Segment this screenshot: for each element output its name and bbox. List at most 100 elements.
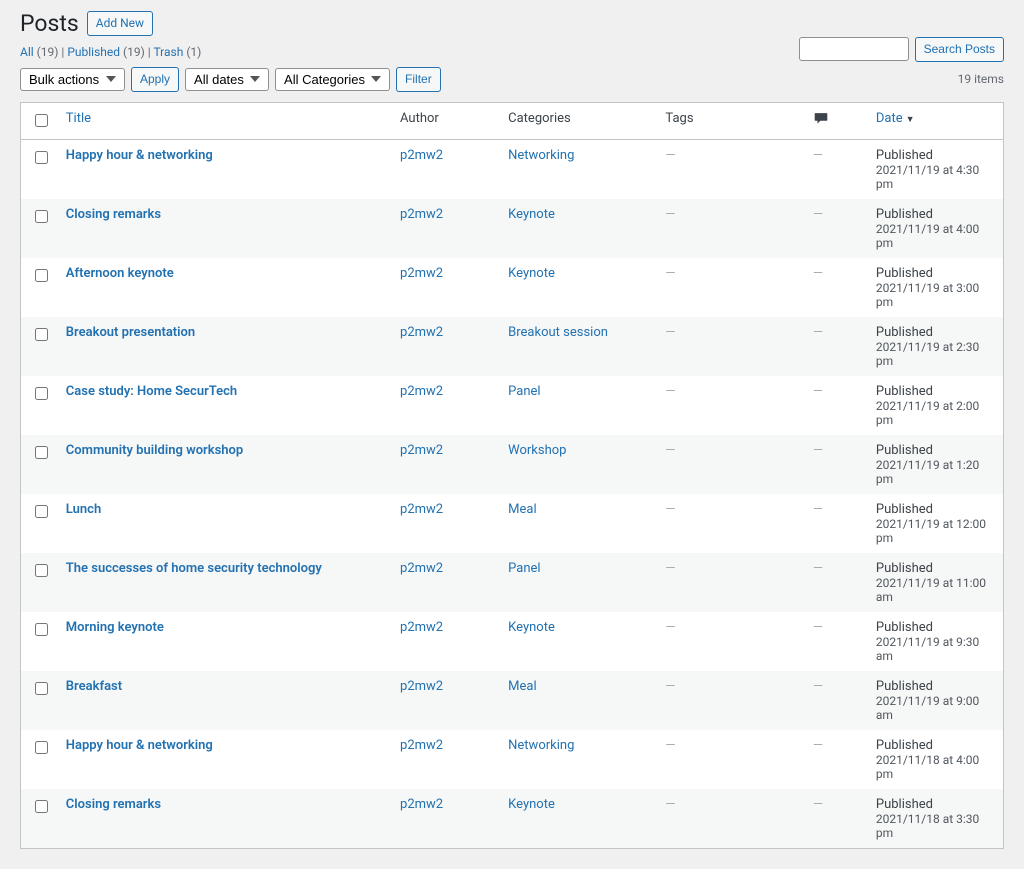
search-button[interactable]: Search Posts	[915, 37, 1004, 62]
add-new-button[interactable]: Add New	[87, 11, 153, 36]
author-link[interactable]: p2mw2	[400, 207, 443, 222]
author-link[interactable]: p2mw2	[400, 797, 443, 812]
author-link[interactable]: p2mw2	[400, 148, 443, 163]
col-date[interactable]: Date▼	[866, 102, 1004, 139]
author-link[interactable]: p2mw2	[400, 561, 443, 576]
category-link[interactable]: Breakout session	[508, 325, 608, 340]
posts-table: Title Author Categories Tags Date▼ Happy…	[20, 102, 1004, 849]
table-row: Afternoon keynote p2mw2 Keynote — — Published…	[21, 258, 1004, 317]
comments-cell: —	[813, 266, 823, 281]
comments-cell: —	[813, 561, 823, 576]
post-status: Published	[876, 738, 993, 753]
bulk-actions-select[interactable]: Bulk actions	[20, 68, 125, 91]
view-published-link[interactable]: Published	[67, 45, 120, 59]
post-title-link[interactable]: Closing remarks	[66, 797, 161, 812]
table-row: Lunchp2mw2Meal——Published2021/11/19 at 1…	[21, 494, 1004, 553]
comments-cell: —	[813, 207, 823, 222]
author-link[interactable]: p2mw2	[400, 266, 443, 281]
row-checkbox[interactable]	[35, 269, 48, 282]
row-checkbox[interactable]	[35, 210, 48, 223]
post-status: Published	[876, 384, 993, 399]
post-title-link[interactable]: Afternoon keynote	[66, 266, 174, 281]
post-datetime: 2021/11/19 at 3:00 pm	[876, 281, 993, 309]
row-checkbox[interactable]	[35, 446, 48, 459]
row-checkbox[interactable]	[35, 564, 48, 577]
post-datetime: 2021/11/19 at 2:00 pm	[876, 399, 993, 427]
row-checkbox[interactable]	[35, 387, 48, 400]
category-link[interactable]: Keynote	[508, 620, 555, 635]
row-checkbox[interactable]	[35, 800, 48, 813]
view-trash-count: (1)	[186, 45, 201, 59]
table-row: Happy hour & networkingp2mw2Networking——…	[21, 139, 1004, 199]
row-checkbox[interactable]	[35, 505, 48, 518]
category-link[interactable]: Networking	[508, 148, 574, 163]
row-checkbox[interactable]	[35, 151, 48, 164]
tags-cell: —	[665, 738, 675, 753]
row-checkbox[interactable]	[35, 328, 48, 341]
table-row: Morning keynotep2mw2Keynote——Published20…	[21, 612, 1004, 671]
tags-cell: —	[665, 384, 675, 399]
post-title-link[interactable]: Lunch	[66, 502, 101, 517]
post-title-link[interactable]: Breakout presentation	[66, 325, 195, 340]
table-row: The successes of home security technolog…	[21, 553, 1004, 612]
view-trash-link[interactable]: Trash	[153, 45, 183, 59]
author-link[interactable]: p2mw2	[400, 384, 443, 399]
table-row: Community building workshop p2mw2 Workshop…	[21, 435, 1004, 494]
author-link[interactable]: p2mw2	[400, 502, 443, 517]
category-link[interactable]: Networking	[508, 738, 574, 753]
comment-icon	[813, 111, 829, 125]
post-title-link[interactable]: Closing remarks	[66, 207, 161, 222]
author-link[interactable]: p2mw2	[400, 443, 443, 458]
post-status: Published	[876, 620, 993, 635]
search-input[interactable]	[799, 37, 909, 61]
post-title-link[interactable]: Community building workshop	[66, 443, 243, 458]
post-title-link[interactable]: Breakfast	[66, 679, 122, 694]
category-filter-select[interactable]: All Categories	[275, 68, 390, 91]
category-link[interactable]: Keynote	[508, 207, 555, 222]
post-title-link[interactable]: Happy hour & networking	[66, 738, 213, 753]
apply-button[interactable]: Apply	[131, 67, 179, 92]
category-link[interactable]: Meal	[508, 502, 536, 517]
author-link[interactable]: p2mw2	[400, 738, 443, 753]
row-checkbox[interactable]	[35, 682, 48, 695]
author-link[interactable]: p2mw2	[400, 325, 443, 340]
comments-cell: —	[813, 384, 823, 399]
post-status: Published	[876, 561, 993, 576]
category-link[interactable]: Keynote	[508, 797, 555, 812]
page-title: Posts	[20, 10, 79, 37]
view-all-link[interactable]: All	[20, 45, 34, 59]
category-link[interactable]: Workshop	[508, 443, 566, 458]
col-comments[interactable]	[803, 102, 866, 139]
post-datetime: 2021/11/19 at 4:30 pm	[876, 163, 993, 191]
post-datetime: 2021/11/19 at 4:00 pm	[876, 222, 993, 250]
post-title-link[interactable]: Morning keynote	[66, 620, 164, 635]
tags-cell: —	[665, 266, 675, 281]
tags-cell: —	[665, 561, 675, 576]
row-checkbox[interactable]	[35, 623, 48, 636]
col-title[interactable]: Title	[56, 102, 390, 139]
comments-cell: —	[813, 325, 823, 340]
post-title-link[interactable]: Case study: Home SecurTech	[66, 384, 237, 399]
tags-cell: —	[665, 443, 675, 458]
author-link[interactable]: p2mw2	[400, 679, 443, 694]
row-checkbox[interactable]	[35, 741, 48, 754]
sort-desc-icon: ▼	[906, 115, 915, 125]
post-status: Published	[876, 266, 993, 281]
col-categories: Categories	[498, 102, 655, 139]
select-all-checkbox[interactable]	[35, 114, 48, 127]
author-link[interactable]: p2mw2	[400, 620, 443, 635]
category-link[interactable]: Meal	[508, 679, 536, 694]
comments-cell: —	[813, 797, 823, 812]
date-filter-select[interactable]: All dates	[185, 68, 269, 91]
category-link[interactable]: Panel	[508, 384, 540, 399]
category-link[interactable]: Keynote	[508, 266, 555, 281]
category-link[interactable]: Panel	[508, 561, 540, 576]
post-title-link[interactable]: Happy hour & networking	[66, 148, 213, 163]
comments-cell: —	[813, 679, 823, 694]
filter-button[interactable]: Filter	[396, 67, 441, 92]
tags-cell: —	[665, 797, 675, 812]
post-status: Published	[876, 443, 993, 458]
post-datetime: 2021/11/19 at 2:30 pm	[876, 340, 993, 368]
tags-cell: —	[665, 620, 675, 635]
post-title-link[interactable]: The successes of home security technolog…	[66, 561, 322, 576]
